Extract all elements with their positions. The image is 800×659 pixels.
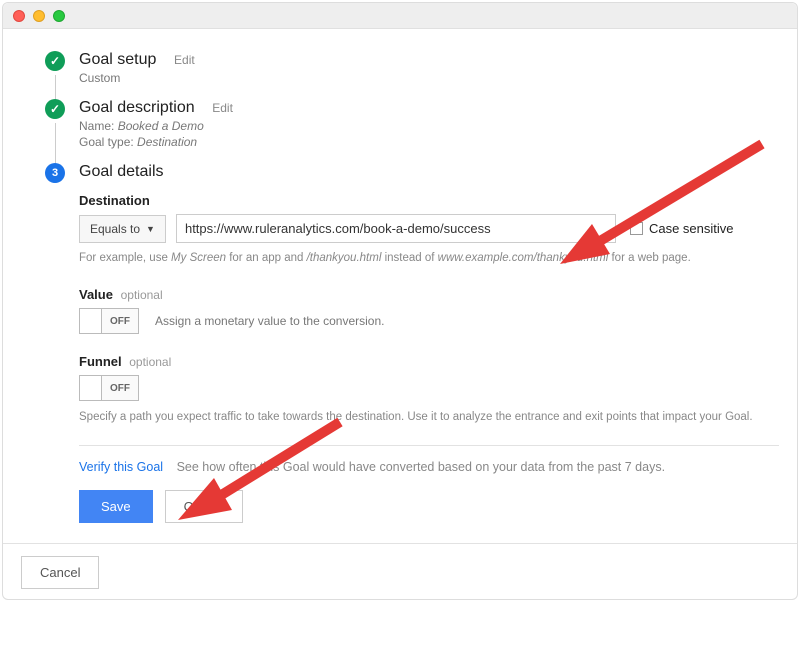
destination-label: Destination (79, 193, 779, 208)
value-desc: Assign a monetary value to the conversio… (155, 314, 384, 328)
maximize-window-icon[interactable] (53, 10, 65, 22)
verify-desc: See how often this Goal would have conve… (177, 460, 666, 474)
type-label: Goal type: (79, 135, 134, 149)
step-goal-details: 3 Goal details (21, 163, 779, 183)
value-label: Value optional (79, 287, 779, 302)
name-value: Booked a Demo (118, 119, 204, 133)
titlebar (3, 3, 797, 29)
funnel-label: Funnel optional (79, 354, 779, 369)
caret-down-icon: ▼ (146, 224, 155, 234)
cancel-button[interactable]: Cancel (165, 490, 243, 523)
close-window-icon[interactable] (13, 10, 25, 22)
step-number-icon: 3 (45, 163, 65, 183)
step-description-name: Name: Booked a Demo (79, 119, 779, 133)
step-goal-setup: Goal setup Edit Custom (21, 51, 779, 85)
toggle-thumb (80, 309, 102, 333)
case-sensitive-checkbox[interactable]: Case sensitive (630, 221, 734, 236)
funnel-desc: Specify a path you expect traffic to tak… (79, 409, 779, 426)
window-chrome: Goal setup Edit Custom Goal description … (2, 2, 798, 600)
case-sensitive-label: Case sensitive (649, 221, 734, 236)
optional-text: optional (121, 288, 163, 302)
step-setup-sub: Custom (79, 71, 779, 85)
match-type-dropdown[interactable]: Equals to ▼ (79, 215, 166, 243)
hint-text: www.example.com/thankyou.html (438, 252, 609, 264)
step-number: 3 (52, 167, 58, 179)
value-row: OFF Assign a monetary value to the conve… (79, 308, 779, 334)
button-row: Save Cancel (79, 490, 779, 523)
checkbox-box-icon (630, 222, 643, 235)
divider (3, 543, 797, 544)
optional-text: optional (129, 355, 171, 369)
hint-text: for an app and (226, 252, 307, 264)
match-type-value: Equals to (90, 222, 140, 236)
toggle-thumb (80, 376, 102, 400)
save-button[interactable]: Save (79, 490, 153, 523)
step-description-type: Goal type: Destination (79, 135, 779, 149)
hint-text: instead of (381, 252, 437, 264)
type-value: Destination (137, 135, 197, 149)
toggle-state: OFF (102, 383, 138, 394)
step-goal-description: Goal description Edit Name: Booked a Dem… (21, 99, 779, 149)
minimize-window-icon[interactable] (33, 10, 45, 22)
goal-editor: Goal setup Edit Custom Goal description … (3, 29, 797, 599)
divider (79, 445, 779, 446)
toggle-state: OFF (102, 316, 138, 327)
hint-text: /thankyou.html (307, 252, 382, 264)
destination-row: Equals to ▼ Case sensitive (79, 214, 779, 243)
destination-hint: For example, use My Screen for an app an… (79, 250, 779, 267)
hint-text: My Screen (171, 252, 226, 264)
funnel-row: OFF (79, 375, 779, 401)
funnel-label-text: Funnel (79, 354, 122, 369)
value-toggle[interactable]: OFF (79, 308, 139, 334)
step-setup-edit-link[interactable]: Edit (174, 53, 195, 67)
checkmark-icon (45, 99, 65, 119)
step-connector (55, 75, 56, 101)
verify-row: Verify this Goal See how often this Goal… (79, 460, 779, 474)
verify-goal-link[interactable]: Verify this Goal (79, 460, 163, 474)
hint-text: For example, use (79, 252, 171, 264)
step-description-title: Goal description (79, 99, 195, 117)
destination-url-input[interactable] (176, 214, 616, 243)
step-details-title: Goal details (79, 163, 164, 181)
step-description-edit-link[interactable]: Edit (212, 101, 233, 115)
value-label-text: Value (79, 287, 113, 302)
funnel-toggle[interactable]: OFF (79, 375, 139, 401)
name-label: Name: (79, 119, 114, 133)
step-setup-title: Goal setup (79, 51, 156, 69)
hint-text: for a web page. (608, 252, 690, 264)
outer-cancel-button[interactable]: Cancel (21, 556, 99, 589)
goal-details-body: Destination Equals to ▼ Case sensitive F… (79, 193, 779, 523)
checkmark-icon (45, 51, 65, 71)
